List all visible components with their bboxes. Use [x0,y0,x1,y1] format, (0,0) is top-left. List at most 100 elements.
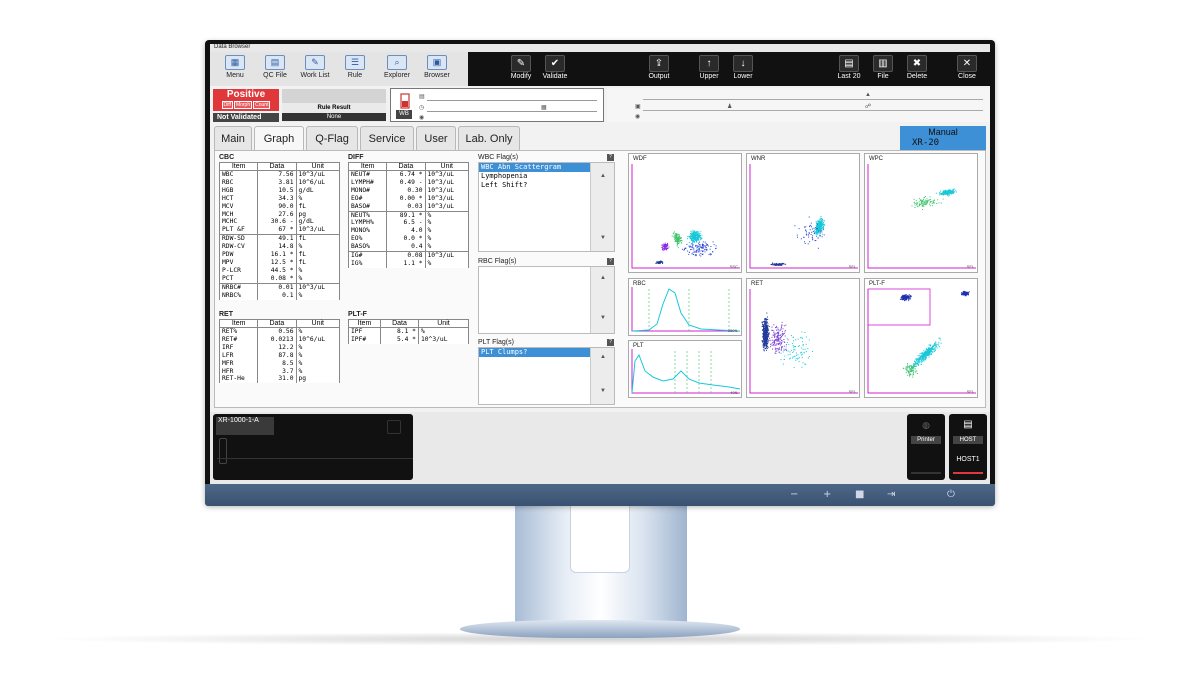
table-row[interactable]: LYMPH# 0.49 -10^3/uL [347,178,469,187]
flag-item[interactable]: Left Shift? [479,181,591,190]
wbc-flags-list[interactable]: ▲ ▼ WBC Abn Scattergram Lymphopenia Left S… [478,162,615,252]
table-row[interactable]: HCT 34.3% [218,194,340,203]
menu-button[interactable]: ▦ Menu [216,53,254,85]
table-row[interactable]: NRBC# 0.01 10^3/uL [218,282,340,292]
action-label: File [877,73,889,80]
rbc-flags-scrollbar[interactable]: ▲ ▼ [590,267,614,333]
ret-scattergram[interactable]: RET SFL [746,278,860,398]
table-row[interactable]: RDW-CV 14.8% [218,243,340,252]
flag-item[interactable]: WBC Abn Scattergram [479,163,591,172]
table-row[interactable]: NEUT# 6.74 * 10^3/uL [347,170,469,179]
table-row[interactable]: HGB 10.5 g/dL [218,186,340,195]
analyzer-panel[interactable]: XR-1000-1-A [213,414,413,480]
scroll-up-icon[interactable]: ▲ [591,354,615,360]
tab-graph[interactable]: Graph [254,126,304,150]
browser-button[interactable]: ▣ Browser [418,53,456,85]
close-button[interactable]: ✕ Close [952,55,982,84]
table-row[interactable]: MPV 12.5 * fL [218,258,340,267]
file-button[interactable]: ▥ File [868,55,898,84]
plt-histogram[interactable]: PLT 40fL [628,340,742,398]
printer-status[interactable]: ◍ Printer [907,414,945,480]
table-row[interactable]: MCV 90.0 fL [218,202,340,211]
plt-flag-help-icon[interactable]: ? [607,339,614,346]
scroll-up-icon[interactable]: ▲ [591,275,615,281]
wdf-scattergram[interactable]: WDF SSC [628,153,742,273]
validate-button[interactable]: ✔ Validate [540,55,570,84]
table-row[interactable]: NEUT% 89.1 *% [347,210,469,220]
scroll-down-icon[interactable]: ▼ [591,235,615,241]
table-row[interactable]: MCHC 30.6 - g/dL [218,218,340,227]
table-row[interactable]: RET# 0.0213 10^6/uL [218,335,340,344]
output-button[interactable]: ⇪ Output [644,55,674,84]
wbc-flags-scrollbar[interactable]: ▲ ▼ [590,163,614,251]
table-row[interactable]: IG% 1.1 *% [347,259,469,268]
table-row[interactable]: IG# 0.08 10^3/uL [347,251,469,260]
work-list-button[interactable]: ✎ Work List [296,53,334,85]
menu-square-icon[interactable]: ■ [855,489,864,500]
table-row[interactable]: WBC 7.56 10^3/uL [218,170,340,179]
upper-button[interactable]: ↑ Upper [694,55,724,84]
table-row[interactable]: EO# 0.00 * 10^3/uL [347,194,469,203]
minus-button-icon[interactable]: − [790,489,798,500]
table-row[interactable]: LFR 87.8% [218,351,340,360]
item-value: 16.1 * [257,251,297,259]
rbc-histogram[interactable]: RBC 250fL [628,278,742,336]
scroll-down-icon[interactable]: ▼ [591,388,615,394]
plus-button-icon[interactable]: + [823,489,831,500]
scroll-up-icon[interactable]: ▲ [591,173,615,179]
plt-flags-list[interactable]: ▲ ▼ PLT Clumps? [478,347,615,405]
table-row[interactable]: NRBC% 0.1% [218,291,340,300]
modify-button[interactable]: ✎ Modify [506,55,536,84]
delete-button[interactable]: ✖ Delete [902,55,932,84]
table-row[interactable]: RDW-SD 49.1 fL [218,234,340,244]
table-row[interactable]: PDW 16.1 * fL [218,251,340,259]
last-20-button[interactable]: ▤ Last 20 [834,55,864,84]
tab-q-flag[interactable]: Q-Flag [306,126,358,150]
pltf-scattergram[interactable]: PLT-F SFL [864,278,978,398]
input-source-icon[interactable]: ⇥ [887,489,895,500]
item-name: MPV [218,258,259,267]
rbc-axis-label: 250fL [727,328,738,333]
patient-id-icon: ▣ [635,104,641,110]
rule-button[interactable]: ☰ Rule [336,53,374,85]
tab-user[interactable]: User [416,126,456,150]
tab-main[interactable]: Main [214,126,252,150]
table-row[interactable]: LYMPH% 6.5 -% [347,219,469,228]
lower-button[interactable]: ↓ Lower [728,55,758,84]
rbc-flags-list[interactable]: ▲ ▼ [478,266,615,334]
power-icon[interactable]: ⏻ [947,489,955,500]
flag-item[interactable]: Lymphopenia [479,172,591,181]
table-row[interactable]: PCT 0.08 *% [218,274,340,284]
table-row[interactable]: MCH 27.6 pg [218,210,340,219]
qc-file-button[interactable]: ▤ QC File [256,53,294,85]
table-row[interactable]: MONO% 4.0% [347,227,469,236]
wpc-scattergram[interactable]: WPC SFL [864,153,978,273]
table-row[interactable]: MFR 8.5% [218,359,340,368]
tab-lab-only[interactable]: Lab. Only [458,126,520,150]
table-row[interactable]: RBC 3.81 10^6/uL [218,178,340,187]
table-row[interactable]: MONO# 0.30 10^3/uL [347,186,469,195]
table-row[interactable]: RET-He 31.0 pg [218,375,340,384]
diff-table: Item Data Unit NEUT# 6.74 * 10^3/uL LYMPH# 0.49… [347,162,469,268]
table-row[interactable]: BASO# 0.03 10^3/uL [347,202,469,212]
pltf-axis-label: SFL [966,389,974,394]
explorer-button[interactable]: ⌕ Explorer [378,53,416,85]
table-row[interactable]: BASO% 0.4% [347,243,469,252]
wbc-flag-help-icon[interactable]: ? [607,154,614,161]
table-row[interactable]: EO% 0.0 *% [347,235,469,244]
table-row[interactable]: RET% 0.56% [218,327,340,336]
table-row[interactable]: IRF 12.2% [218,343,340,352]
rbc-flag-help-icon[interactable]: ? [607,258,614,265]
host-status[interactable]: ▤ HOST HOST1 [949,414,987,480]
scroll-down-icon[interactable]: ▼ [591,315,615,321]
table-row[interactable]: HFR 3.7% [218,367,340,376]
wnr-scattergram[interactable]: WNR SFL [746,153,860,273]
plt-flags-scrollbar[interactable]: ▲ ▼ [590,348,614,404]
table-row[interactable]: P-LCR 44.5 *% [218,266,340,275]
table-row[interactable]: PLT &F 67 * 10^3/uL [218,226,340,235]
tab-service[interactable]: Service [360,126,414,150]
table-row[interactable]: IPF 8.1 *% [348,327,470,336]
flag-item[interactable]: PLT Clumps? [479,348,591,357]
column-header: Item [347,162,388,171]
table-row[interactable]: IPF# 5.4 * 10^3/uL [348,335,470,344]
